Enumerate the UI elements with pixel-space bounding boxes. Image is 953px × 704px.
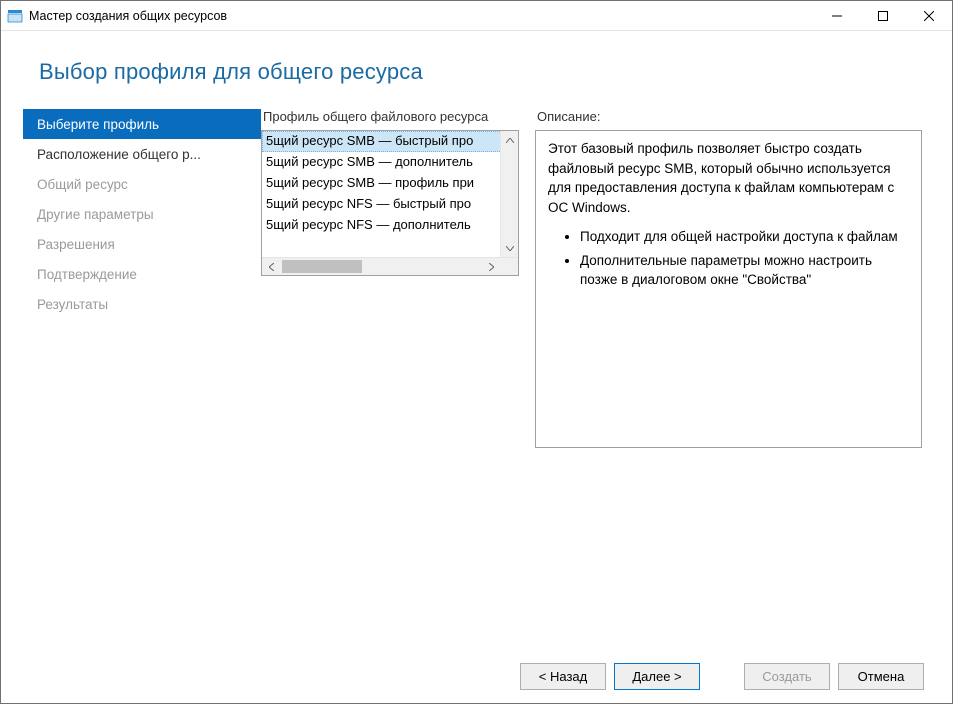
description-header: Описание: bbox=[535, 109, 922, 130]
step-share-location[interactable]: Расположение общего р... bbox=[23, 139, 261, 169]
profile-list-column: Профиль общего файлового ресурса 5щий ре… bbox=[261, 109, 529, 649]
step-label: Подтверждение bbox=[37, 267, 137, 282]
wizard-window: Мастер создания общих ресурсов Выбор про… bbox=[0, 0, 953, 704]
step-label: Результаты bbox=[37, 297, 108, 312]
step-confirmation: Подтверждение bbox=[23, 259, 261, 289]
scroll-up-icon[interactable] bbox=[501, 131, 518, 149]
window-controls bbox=[814, 1, 952, 30]
minimize-button[interactable] bbox=[814, 1, 860, 30]
profile-list-header: Профиль общего файлового ресурса bbox=[261, 109, 519, 130]
content-row: Выберите профиль Расположение общего р..… bbox=[1, 109, 952, 649]
list-item[interactable]: 5щий ресурс SMB — профиль при bbox=[262, 173, 518, 194]
description-column: Описание: Этот базовый профиль позволяет… bbox=[529, 109, 952, 649]
steps-sidebar: Выберите профиль Расположение общего р..… bbox=[1, 109, 261, 649]
list-item[interactable]: 5щий ресурс SMB — быстрый про bbox=[262, 131, 518, 152]
scroll-down-icon[interactable] bbox=[501, 239, 518, 257]
step-label: Выберите профиль bbox=[37, 117, 159, 132]
step-label: Общий ресурс bbox=[37, 177, 128, 192]
list-item[interactable]: 5щий ресурс NFS — дополнитель bbox=[262, 215, 518, 236]
step-select-profile[interactable]: Выберите профиль bbox=[23, 109, 261, 139]
close-button[interactable] bbox=[906, 1, 952, 30]
description-paragraph: Этот базовый профиль позволяет быстро со… bbox=[548, 139, 909, 217]
scroll-track[interactable] bbox=[501, 149, 518, 239]
list-item[interactable]: 5щий ресурс NFS — быстрый про bbox=[262, 194, 518, 215]
step-permissions: Разрешения bbox=[23, 229, 261, 259]
vertical-scrollbar[interactable] bbox=[500, 131, 518, 257]
profile-listbox[interactable]: 5щий ресурс SMB — быстрый про 5щий ресур… bbox=[261, 130, 519, 276]
step-results: Результаты bbox=[23, 289, 261, 319]
back-button[interactable]: < Назад bbox=[520, 663, 606, 690]
wizard-body: Выбор профиля для общего ресурса Выберит… bbox=[1, 31, 952, 703]
wizard-buttons: < Назад Далее > Создать Отмена bbox=[1, 649, 952, 703]
cancel-button[interactable]: Отмена bbox=[838, 663, 924, 690]
scroll-left-icon[interactable] bbox=[262, 258, 280, 275]
scroll-track[interactable] bbox=[280, 258, 482, 275]
step-label: Разрешения bbox=[37, 237, 115, 252]
description-bullet: Подходит для общей настройки доступа к ф… bbox=[580, 227, 909, 247]
create-button: Создать bbox=[744, 663, 830, 690]
next-button[interactable]: Далее > bbox=[614, 663, 700, 690]
list-item[interactable]: 5щий ресурс SMB — дополнитель bbox=[262, 152, 518, 173]
app-icon bbox=[7, 8, 23, 24]
description-bullet: Дополнительные параметры можно настроить… bbox=[580, 251, 909, 290]
profile-listbox-items: 5щий ресурс SMB — быстрый про 5щий ресур… bbox=[262, 131, 518, 257]
window-title: Мастер создания общих ресурсов bbox=[29, 9, 814, 23]
titlebar: Мастер создания общих ресурсов bbox=[1, 1, 952, 31]
description-box: Этот базовый профиль позволяет быстро со… bbox=[535, 130, 922, 448]
step-label: Расположение общего р... bbox=[37, 147, 201, 162]
step-other-settings: Другие параметры bbox=[23, 199, 261, 229]
scroll-right-icon[interactable] bbox=[482, 258, 500, 275]
maximize-button[interactable] bbox=[860, 1, 906, 30]
scroll-thumb[interactable] bbox=[282, 260, 362, 273]
step-label: Другие параметры bbox=[37, 207, 154, 222]
step-share-name: Общий ресурс bbox=[23, 169, 261, 199]
description-bullets: Подходит для общей настройки доступа к ф… bbox=[548, 227, 909, 290]
page-heading: Выбор профиля для общего ресурса bbox=[1, 31, 952, 109]
scroll-corner bbox=[500, 258, 518, 275]
horizontal-scrollbar[interactable] bbox=[262, 257, 518, 275]
